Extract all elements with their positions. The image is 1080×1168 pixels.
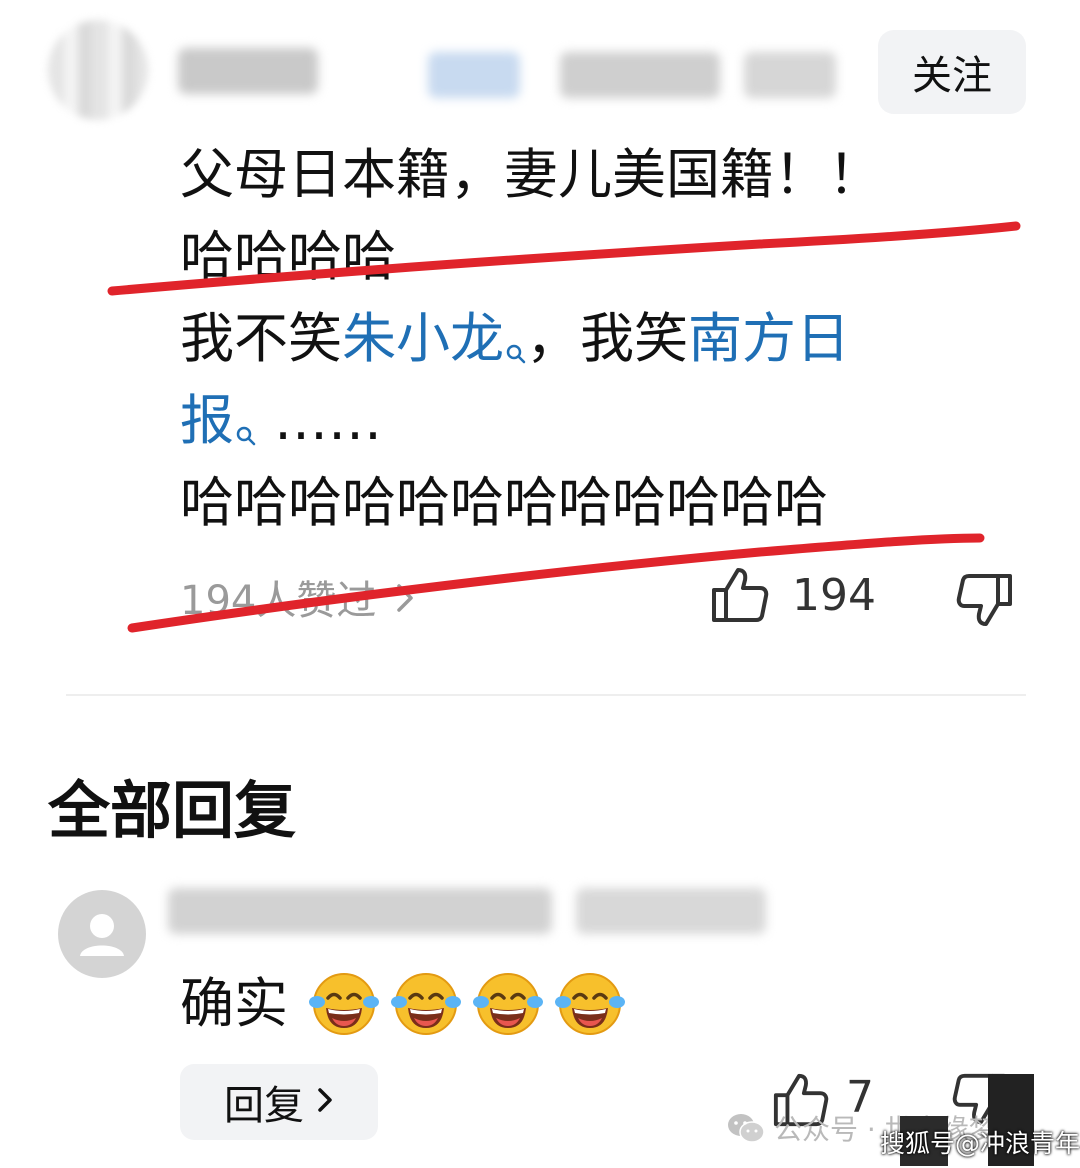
- comment-line-3: 我不笑朱小龙 ，我笑南方日: [180, 298, 1040, 380]
- comment-text: ……: [274, 389, 382, 452]
- tears-of-joy-emoji: [391, 973, 461, 1035]
- blurred-username[interactable]: [178, 48, 318, 94]
- thumbs-down-icon[interactable]: [956, 572, 1014, 632]
- blurred-timestamp: [560, 52, 720, 98]
- emoji-row: [308, 968, 626, 1038]
- reply-button-label: 回复: [224, 1083, 304, 1129]
- comment-line-5: 哈哈哈哈哈哈哈哈哈哈哈哈: [180, 471, 828, 534]
- reply-text: 确实: [180, 972, 288, 1035]
- divider: [66, 694, 1026, 696]
- comment-text: 我不笑: [180, 307, 342, 370]
- blurred-reply-username[interactable]: [168, 888, 552, 934]
- search-icon[interactable]: [236, 390, 256, 472]
- wechat-icon: [728, 1114, 765, 1143]
- search-link-zhu-xiaolong[interactable]: 朱小龙: [342, 307, 504, 370]
- search-icon[interactable]: [506, 308, 526, 390]
- tears-of-joy-emoji: [473, 973, 543, 1035]
- blurred-reply-meta: [576, 888, 766, 934]
- likes-summary-text: 194人赞过: [180, 578, 377, 624]
- search-link-nanfang-daily-cont[interactable]: 报: [180, 389, 234, 452]
- blurred-badge: [428, 52, 520, 98]
- follow-button[interactable]: 关注: [878, 30, 1026, 114]
- comment-line-2: 哈哈哈哈: [180, 225, 396, 288]
- comment-body: 父母日本籍，妻儿美国籍！！ 哈哈哈哈 我不笑朱小龙 ，我笑南方日 报 …… 哈哈哈哈…: [180, 134, 1040, 544]
- default-avatar-icon[interactable]: [58, 890, 146, 978]
- comment-text: ，我笑: [526, 307, 688, 370]
- tears-of-joy-emoji: [309, 973, 379, 1035]
- search-link-nanfang-daily[interactable]: 南方日: [688, 307, 850, 370]
- reply-button[interactable]: 回复: [180, 1064, 378, 1140]
- chevron-right-icon: [316, 1079, 334, 1125]
- chevron-right-icon: [395, 580, 417, 626]
- sohu-watermark: 搜狐号@冲浪青年: [880, 1129, 1080, 1158]
- tears-of-joy-emoji: [555, 973, 625, 1035]
- thumbs-up-icon[interactable]: [708, 566, 770, 628]
- comment-line-4: 报 ……: [180, 380, 1040, 462]
- blurred-location: [744, 52, 836, 98]
- like-count: 194: [792, 570, 876, 621]
- commenter-avatar[interactable]: [48, 20, 148, 120]
- comment-line-1: 父母日本籍，妻儿美国籍！！: [180, 143, 882, 206]
- likes-summary-link[interactable]: 194人赞过: [180, 568, 417, 626]
- all-replies-title: 全部回复: [48, 774, 297, 847]
